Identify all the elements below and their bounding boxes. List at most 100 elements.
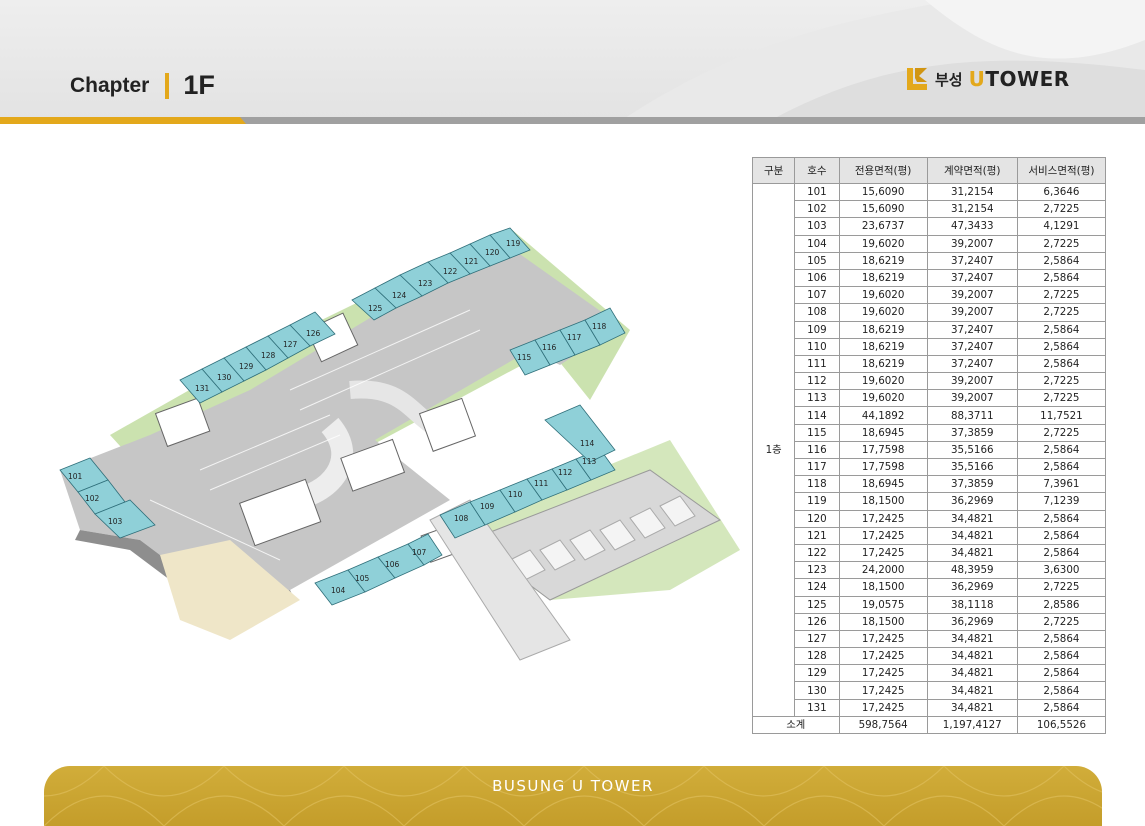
contract-area-cell: 34,4821 bbox=[926, 526, 1018, 545]
header-decoration bbox=[625, 0, 1145, 118]
table-row: 119 18,1500 36,2969 7,1239 bbox=[753, 492, 1107, 511]
unit-number-cell: 123 bbox=[794, 561, 840, 580]
table-row: 128 17,2425 34,4821 2,5864 bbox=[753, 647, 1107, 666]
exclusive-area-cell: 19,6020 bbox=[838, 389, 928, 408]
contract-area-cell: 39,2007 bbox=[926, 372, 1018, 391]
unit-label: 111 bbox=[534, 479, 549, 488]
contract-area-cell: 34,4821 bbox=[926, 629, 1018, 649]
exclusive-area-cell: 23,6737 bbox=[838, 217, 928, 236]
floor-group-cell: 1층 bbox=[751, 183, 796, 717]
unit-label: 131 bbox=[195, 384, 210, 393]
table-row: 127 17,2425 34,4821 2,5864 bbox=[753, 629, 1107, 649]
unit-label: 110 bbox=[508, 490, 523, 499]
unit-label: 130 bbox=[217, 373, 232, 382]
unit-number-cell: 108 bbox=[794, 303, 840, 322]
subtotal-label: 소계 bbox=[752, 715, 840, 735]
contract-area-cell: 37,2407 bbox=[926, 320, 1018, 339]
exclusive-area-cell: 24,2000 bbox=[838, 561, 928, 580]
table-row: 105 18,6219 37,2407 2,5864 bbox=[753, 251, 1107, 270]
column-header: 전용면적(평) bbox=[838, 157, 928, 184]
unit-label: 104 bbox=[331, 586, 346, 595]
service-area-cell: 2,7225 bbox=[1016, 423, 1107, 442]
unit-number-cell: 115 bbox=[794, 423, 840, 442]
exclusive-area-cell: 17,2425 bbox=[838, 509, 928, 528]
contract-area-cell: 36,2969 bbox=[926, 612, 1018, 631]
service-area-cell: 2,5864 bbox=[1016, 509, 1107, 528]
subtotal-row: 소계 598,7564 1,197,4127 106,5526 bbox=[752, 715, 1107, 735]
service-area-cell: 2,5864 bbox=[1016, 647, 1107, 666]
service-area-cell: 3,6300 bbox=[1016, 561, 1107, 580]
unit-label: 112 bbox=[558, 468, 573, 477]
exclusive-area-cell: 18,6219 bbox=[838, 337, 928, 356]
service-area-cell: 2,7225 bbox=[1016, 234, 1107, 253]
unit-label: 105 bbox=[355, 574, 370, 583]
unit-label: 126 bbox=[306, 329, 321, 338]
unit-number-cell: 124 bbox=[794, 578, 840, 597]
unit-label: 120 bbox=[485, 248, 500, 257]
exclusive-area-cell: 18,6219 bbox=[838, 251, 928, 270]
floor-plan-illustration: 101 102 103 104 105 106 107 108 109 110 … bbox=[59, 227, 740, 661]
contract-area-cell: 34,4821 bbox=[926, 698, 1018, 717]
contract-area-cell: 39,2007 bbox=[926, 286, 1018, 305]
unit-number-cell: 113 bbox=[794, 389, 840, 408]
unit-label: 125 bbox=[368, 304, 383, 313]
unit-label: 119 bbox=[506, 239, 521, 248]
service-area-cell: 6,3646 bbox=[1016, 182, 1107, 202]
table-row: 110 18,6219 37,2407 2,5864 bbox=[753, 337, 1107, 356]
contract-area-cell: 31,2154 bbox=[926, 182, 1018, 202]
exclusive-area-cell: 17,2425 bbox=[838, 698, 928, 717]
contract-area-cell: 37,3859 bbox=[926, 475, 1018, 494]
exclusive-area-cell: 19,0575 bbox=[838, 595, 928, 614]
exclusive-area-cell: 19,6020 bbox=[838, 303, 928, 322]
unit-label: 124 bbox=[392, 291, 407, 300]
contract-area-cell: 37,3859 bbox=[926, 423, 1018, 442]
logo-korean: 부성 bbox=[935, 70, 963, 89]
table-row: 117 17,7598 35,5166 2,5864 bbox=[753, 457, 1107, 477]
table-row: 108 19,6020 39,2007 2,7225 bbox=[753, 303, 1107, 322]
service-area-cell: 2,7225 bbox=[1016, 200, 1107, 219]
unit-number-cell: 125 bbox=[794, 595, 840, 614]
exclusive-area-cell: 17,2425 bbox=[838, 526, 928, 545]
exclusive-area-cell: 17,2425 bbox=[838, 629, 928, 649]
unit-label: 118 bbox=[592, 322, 607, 331]
table-row: 107 19,6020 39,2007 2,7225 bbox=[753, 286, 1107, 305]
unit-label: 106 bbox=[385, 560, 400, 569]
contract-area-cell: 39,2007 bbox=[926, 389, 1018, 408]
unit-label: 109 bbox=[480, 502, 495, 511]
unit-number-cell: 109 bbox=[794, 320, 840, 339]
contract-area-cell: 34,4821 bbox=[926, 543, 1018, 563]
table-row: 129 17,2425 34,4821 2,5864 bbox=[753, 664, 1107, 683]
unit-label: 102 bbox=[85, 494, 100, 503]
unit-number-cell: 120 bbox=[794, 509, 840, 528]
unit-number-cell: 106 bbox=[794, 268, 840, 288]
service-area-cell: 2,5864 bbox=[1016, 543, 1107, 563]
exclusive-area-cell: 15,6090 bbox=[838, 200, 928, 219]
logo-english: UTOWER bbox=[968, 67, 1070, 91]
subtotal-contract: 1,197,4127 bbox=[926, 715, 1018, 735]
exclusive-area-cell: 17,2425 bbox=[838, 543, 928, 563]
unit-number-cell: 127 bbox=[794, 629, 840, 649]
service-area-cell: 2,7225 bbox=[1016, 303, 1107, 322]
service-area-cell: 7,3961 bbox=[1016, 475, 1107, 494]
contract-area-cell: 39,2007 bbox=[926, 234, 1018, 253]
unit-number-cell: 118 bbox=[794, 475, 840, 494]
table-row: 120 17,2425 34,4821 2,5864 bbox=[753, 509, 1107, 528]
contract-area-cell: 88,3711 bbox=[926, 406, 1018, 425]
table-row: 114 44,1892 88,3711 11,7521 bbox=[753, 406, 1107, 425]
unit-label: 103 bbox=[108, 517, 123, 526]
contract-area-cell: 47,3433 bbox=[926, 217, 1018, 236]
area-table: 구분 호수 전용면적(평) 계약면적(평) 서비스면적(평) 1층 101 15,6… bbox=[751, 157, 1107, 735]
unit-number-cell: 119 bbox=[794, 492, 840, 511]
unit-number-cell: 117 bbox=[794, 457, 840, 477]
unit-number-cell: 101 bbox=[794, 182, 840, 202]
service-area-cell: 2,7225 bbox=[1016, 612, 1107, 631]
contract-area-cell: 36,2969 bbox=[926, 578, 1018, 597]
table-row: 118 18,6945 37,3859 7,3961 bbox=[753, 475, 1107, 494]
exclusive-area-cell: 19,6020 bbox=[838, 286, 928, 305]
page-footer: BUSUNG U TOWER bbox=[44, 766, 1102, 826]
service-area-cell: 2,5864 bbox=[1016, 629, 1107, 649]
chapter-heading: Chapter 1F bbox=[70, 70, 215, 101]
exclusive-area-cell: 18,6219 bbox=[838, 320, 928, 339]
table-row: 131 17,2425 34,4821 2,5864 bbox=[753, 698, 1107, 717]
unit-label: 128 bbox=[261, 351, 276, 360]
